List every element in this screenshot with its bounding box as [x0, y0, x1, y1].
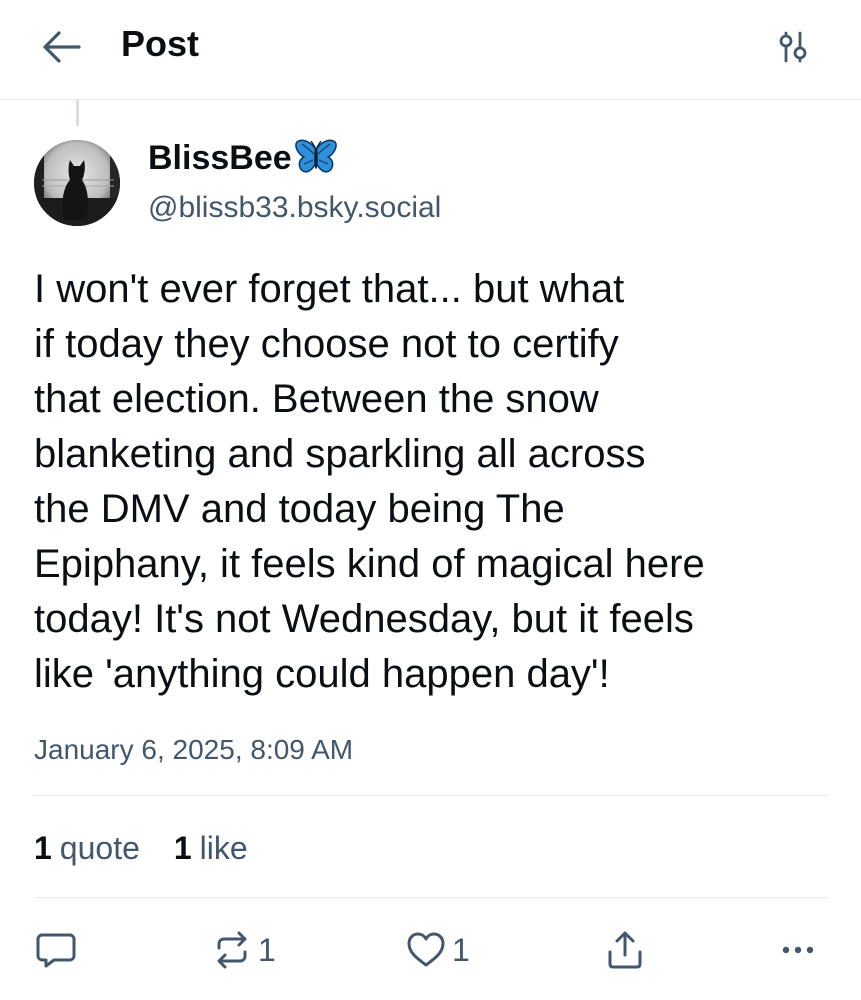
quotes-count: 1: [34, 829, 52, 866]
arrow-left-icon: [43, 31, 81, 63]
heart-icon: [407, 932, 445, 967]
reply-button[interactable]: [34, 922, 78, 978]
post-screen: Post BlissBee @blissb33.bsky.social I wo…: [0, 0, 861, 1000]
author-name-row[interactable]: BlissBee: [148, 136, 338, 180]
thread-connector-line: [76, 100, 79, 126]
like-count: 1: [452, 932, 470, 968]
repost-count: 1: [258, 932, 276, 968]
sliders-icon: [779, 31, 807, 63]
thread-settings-button[interactable]: [768, 24, 818, 70]
post-action-bar: 1 1: [0, 922, 861, 978]
more-options-button[interactable]: [776, 922, 820, 978]
divider-bottom: [34, 897, 828, 898]
butterfly-icon: [294, 139, 337, 173]
post-stats: 1 quote 1 like: [34, 826, 282, 870]
quotes-label: quote: [59, 829, 140, 866]
likes-stat[interactable]: 1 like: [174, 830, 248, 867]
reply-icon: [36, 933, 76, 968]
likes-label: like: [199, 829, 248, 866]
share-icon: [608, 931, 642, 969]
repost-button[interactable]: 1: [210, 922, 276, 978]
avatar[interactable]: [34, 140, 120, 226]
share-button[interactable]: [603, 922, 647, 978]
author-handle[interactable]: @blissb33.bsky.social: [148, 188, 441, 228]
author-display-name[interactable]: BlissBee: [148, 136, 292, 180]
divider-top: [34, 795, 828, 796]
back-button[interactable]: [36, 24, 86, 70]
repost-icon: [217, 931, 247, 969]
cat-silhouette-avatar-image: [34, 140, 120, 226]
post-timestamp: January 6, 2025, 8:09 AM: [34, 734, 354, 765]
more-icon: [782, 946, 814, 954]
like-button[interactable]: 1: [404, 922, 470, 978]
page-title: Post: [121, 23, 200, 64]
top-bar: Post: [0, 0, 861, 100]
likes-count: 1: [173, 829, 192, 866]
quotes-stat[interactable]: 1 quote: [34, 830, 140, 867]
post-text: I won't ever forget that... but what if …: [34, 267, 705, 696]
